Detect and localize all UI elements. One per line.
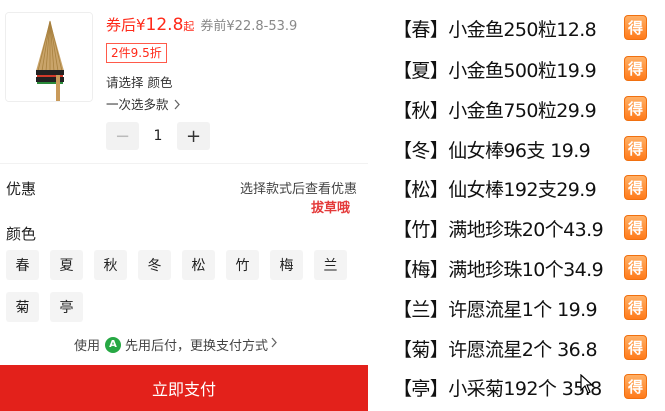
mouse-cursor-icon [580, 373, 594, 398]
payment-method-link[interactable]: 使用 A 先用后付，更换支付方式 [74, 335, 278, 354]
variant-price-list: 【春】小金鱼250粒12.8 得 【夏】小金鱼500粒19.9 得 【秋】小金鱼… [368, 0, 665, 411]
decrement-button[interactable]: − [106, 122, 139, 150]
de-badge-icon[interactable]: 得 [624, 295, 647, 320]
pay-now-button[interactable]: 立即支付 [0, 365, 368, 411]
list-item-text: 【亭】小采菊192个 35.8 [393, 377, 602, 400]
list-item: 【菊】许愿流星2个 36.8 [393, 334, 598, 362]
list-item: 【松】仙女棒192支29.9 [393, 174, 597, 202]
color-option-zhu[interactable]: 竹 [226, 250, 259, 280]
color-option-ting[interactable]: 亭 [50, 292, 83, 322]
color-option-song[interactable]: 松 [182, 250, 215, 280]
price-value: 12.8 [145, 15, 184, 35]
list-item: 【夏】小金鱼500粒19.9 [393, 55, 597, 83]
de-badge-icon[interactable]: 得 [624, 136, 647, 161]
offers-hint[interactable]: 选择款式后查看优惠 [240, 178, 357, 197]
pay-later-logo-icon: A [105, 336, 122, 353]
color-option-dong[interactable]: 冬 [138, 250, 171, 280]
chevron-right-icon [169, 97, 181, 112]
de-badge-icon[interactable]: 得 [624, 335, 647, 360]
list-item: 【梅】满地珍珠10个34.9 [393, 254, 604, 282]
de-badge-icon[interactable]: 得 [624, 96, 647, 121]
list-item-text: 【兰】许愿流星1个 19.9 [393, 298, 598, 321]
quantity-stepper: − 1 + [106, 122, 210, 150]
purchase-sheet: 券后¥12.8起 券前¥22.8-53.9 2件9.5折 请选择 颜色 一次选多款… [0, 0, 368, 411]
color-option-ju[interactable]: 菊 [6, 292, 39, 322]
list-item-text: 【菊】许愿流星2个 36.8 [393, 338, 598, 361]
list-item-text: 【春】小金鱼250粒12.8 [393, 18, 597, 41]
color-option-lan[interactable]: 兰 [314, 250, 347, 280]
divider [0, 163, 368, 164]
price-line: 券后¥12.8起 券前¥22.8-53.9 [106, 14, 297, 35]
color-label: 颜色 [6, 225, 37, 243]
list-item-text: 【秋】小金鱼750粒29.9 [393, 99, 597, 122]
chevron-right-icon [268, 337, 278, 352]
offers-label: 优惠 [6, 180, 37, 198]
de-badge-icon[interactable]: 得 [624, 215, 647, 240]
list-item-text: 【梅】满地珍珠10个34.9 [393, 258, 604, 281]
increment-button[interactable]: + [177, 122, 210, 150]
price-prefix: 券后¥ [106, 16, 146, 34]
de-badge-icon[interactable]: 得 [624, 374, 647, 399]
color-option-chun[interactable]: 春 [6, 250, 39, 280]
price-suffix: 起 [183, 20, 195, 33]
de-badge-icon[interactable]: 得 [624, 175, 647, 200]
list-item: 【冬】仙女棒96支 19.9 [393, 135, 591, 163]
list-item-text: 【冬】仙女棒96支 19.9 [393, 139, 591, 162]
color-option-mei[interactable]: 梅 [270, 250, 303, 280]
color-option-xia[interactable]: 夏 [50, 250, 83, 280]
payment-method-label: 先用后付，更换支付方式 [125, 339, 269, 354]
list-item: 【竹】满地珍珠20个43.9 [393, 214, 604, 242]
multi-select-label: 一次选多款 [106, 97, 169, 112]
broom-image [6, 13, 92, 101]
offers-stamp: 拔草哦 [311, 201, 351, 216]
list-item-text: 【竹】满地珍珠20个43.9 [393, 218, 604, 241]
selection-hint: 请选择 颜色 [106, 75, 173, 90]
quantity-value[interactable]: 1 [139, 128, 177, 144]
list-item: 【秋】小金鱼750粒29.9 [393, 95, 597, 123]
price-before-coupon: 券前¥22.8-53.9 [200, 19, 298, 34]
list-item: 【亭】小采菊192个 35.8 [393, 373, 602, 401]
list-item: 【兰】许愿流星1个 19.9 [393, 294, 598, 322]
de-badge-icon[interactable]: 得 [624, 255, 647, 280]
list-item: 【春】小金鱼250粒12.8 [393, 14, 597, 42]
list-item-text: 【松】仙女棒192支29.9 [393, 178, 597, 201]
de-badge-icon[interactable]: 得 [624, 56, 647, 81]
multi-select-link[interactable]: 一次选多款 [106, 94, 181, 113]
color-option-qiu[interactable]: 秋 [94, 250, 127, 280]
list-item-text: 【夏】小金鱼500粒19.9 [393, 59, 597, 82]
promo-badge: 2件9.5折 [106, 43, 167, 63]
de-badge-icon[interactable]: 得 [624, 15, 647, 40]
product-image[interactable] [5, 12, 93, 102]
payment-prefix: 使用 [74, 339, 101, 354]
